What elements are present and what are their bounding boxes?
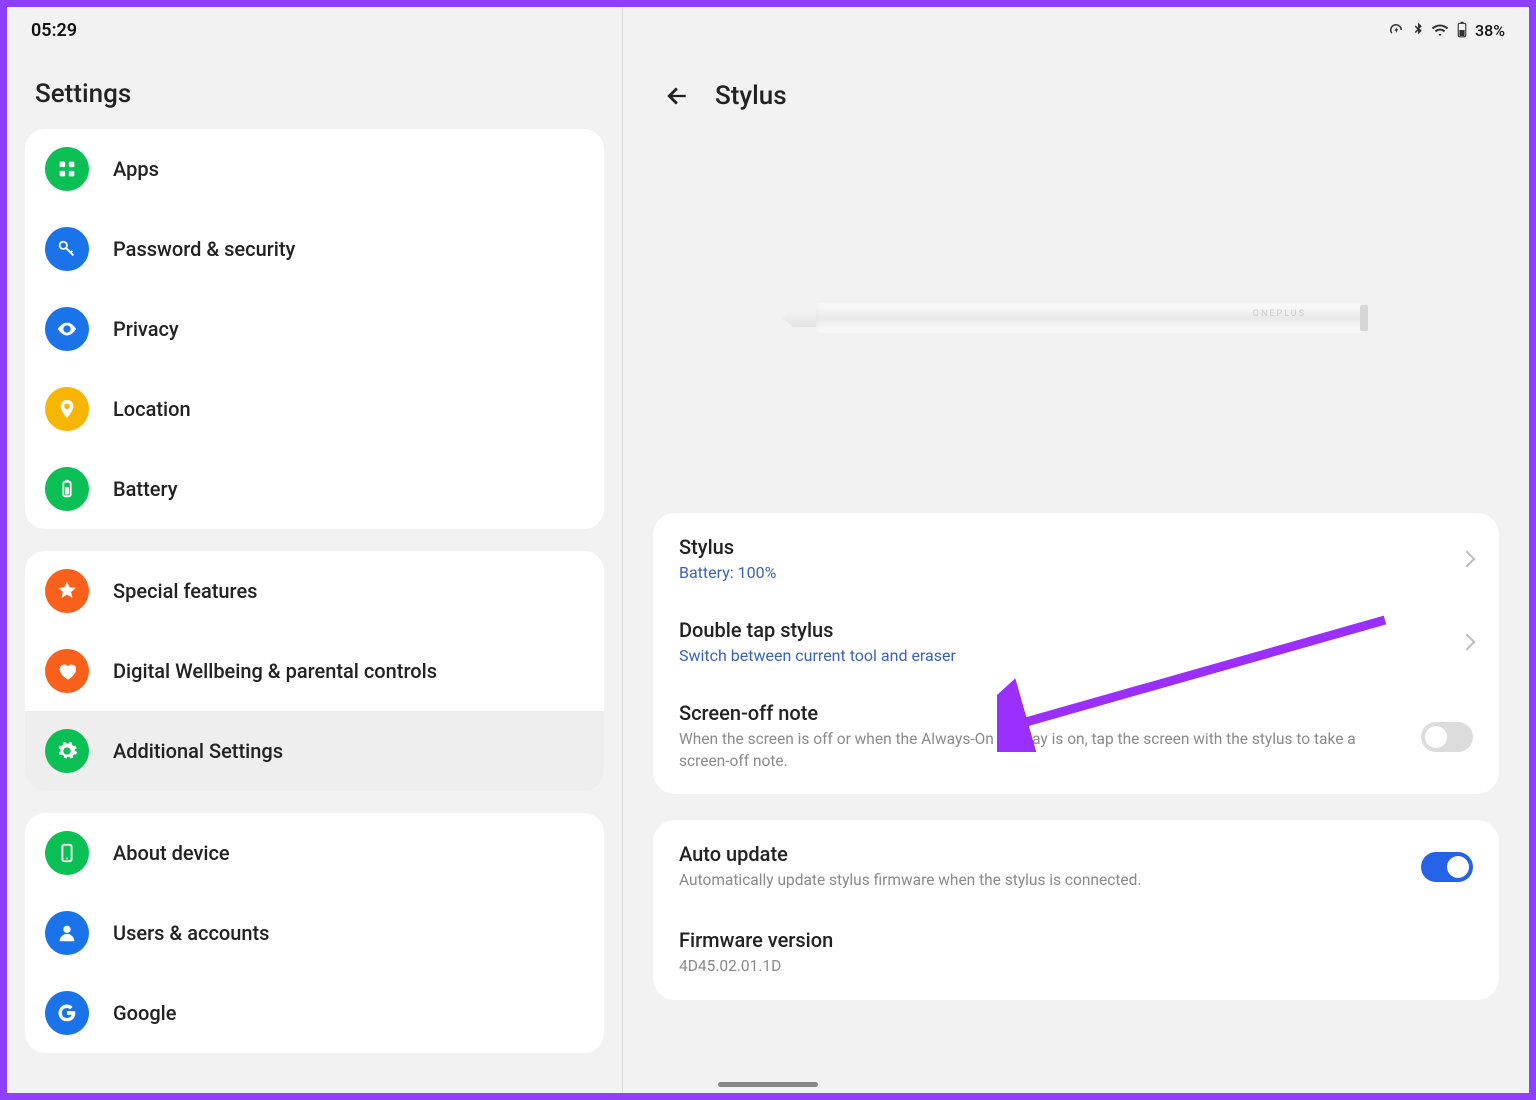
detail-title: Stylus bbox=[715, 81, 787, 111]
pin-icon bbox=[45, 387, 89, 431]
stylus-illustration: ONEPLUS bbox=[623, 123, 1529, 513]
toggle-switch[interactable] bbox=[1421, 722, 1473, 752]
sidebar-item-password[interactable]: Password & security bbox=[25, 209, 604, 289]
sidebar-title: Settings bbox=[7, 63, 622, 129]
gear-icon bbox=[45, 729, 89, 773]
sidebar-group-3: About device Users & accounts Google bbox=[25, 813, 604, 1053]
home-indicator[interactable] bbox=[718, 1082, 818, 1087]
star-icon bbox=[45, 569, 89, 613]
setting-screenoff[interactable]: Screen-off note When the screen is off or… bbox=[653, 683, 1499, 790]
sidebar-item-label: About device bbox=[113, 841, 230, 865]
heart-icon bbox=[45, 649, 89, 693]
back-button[interactable] bbox=[663, 82, 691, 110]
setting-title: Stylus bbox=[679, 535, 1441, 559]
user-icon bbox=[45, 911, 89, 955]
pen-brand-label: ONEPLUS bbox=[1253, 309, 1306, 319]
back-arrow-icon bbox=[664, 83, 690, 109]
toggle-switch[interactable] bbox=[1421, 852, 1473, 882]
detail-pane: Stylus ONEPLUS Stylus Battery: 100% Double… bbox=[623, 7, 1529, 1093]
chevron-right-icon bbox=[1459, 633, 1476, 650]
setting-stylus[interactable]: Stylus Battery: 100% bbox=[653, 517, 1499, 600]
detail-header: Stylus bbox=[623, 63, 1529, 123]
setting-title: Auto update bbox=[679, 842, 1401, 866]
grid-icon bbox=[45, 147, 89, 191]
google-icon bbox=[45, 991, 89, 1035]
setting-subtitle: Automatically update stylus firmware whe… bbox=[679, 870, 1401, 892]
sidebar-item-google[interactable]: Google bbox=[25, 973, 604, 1053]
sidebar-item-label: Additional Settings bbox=[113, 739, 283, 763]
setting-title: Screen-off note bbox=[679, 701, 1401, 725]
sidebar-item-battery[interactable]: Battery bbox=[25, 449, 604, 529]
sidebar-item-label: Google bbox=[113, 1001, 176, 1025]
stylus-settings-card: Stylus Battery: 100% Double tap stylus Swit… bbox=[653, 513, 1499, 794]
stylus-pen-graphic: ONEPLUS bbox=[786, 303, 1366, 333]
sidebar-item-about[interactable]: About device bbox=[25, 813, 604, 893]
setting-subtitle: When the screen is off or when the Alway… bbox=[679, 729, 1401, 772]
setting-subtitle: Battery: 100% bbox=[679, 563, 1441, 582]
screen-frame: 05:29 38% Settings AppsPassword & securi… bbox=[0, 0, 1536, 1100]
sidebar-item-apps[interactable]: Apps bbox=[25, 129, 604, 209]
sidebar-item-label: Special features bbox=[113, 579, 257, 603]
sidebar-item-special[interactable]: Special features bbox=[25, 551, 604, 631]
setting-title: Firmware version bbox=[679, 928, 1473, 952]
setting-autoupdate[interactable]: Auto update Automatically update stylus f… bbox=[653, 824, 1499, 910]
sidebar: Settings Apps Password & security Privacy L… bbox=[7, 7, 623, 1093]
key-icon bbox=[45, 227, 89, 271]
sidebar-item-label: Digital Wellbeing & parental controls bbox=[113, 659, 437, 683]
sidebar-item-label: Users & accounts bbox=[113, 921, 269, 945]
phone-icon bbox=[45, 831, 89, 875]
sidebar-item-wellbeing[interactable]: Digital Wellbeing & parental controls bbox=[25, 631, 604, 711]
eye-icon bbox=[45, 307, 89, 351]
sidebar-item-label: Location bbox=[113, 397, 191, 421]
setting-title: Double tap stylus bbox=[679, 618, 1441, 642]
sidebar-group-1: Apps Password & security Privacy Location Ba… bbox=[25, 129, 604, 529]
sidebar-item-label: Apps bbox=[113, 157, 159, 181]
sidebar-item-additional[interactable]: Additional Settings bbox=[25, 711, 604, 791]
sidebar-group-2: Special features Digital Wellbeing & pare… bbox=[25, 551, 604, 791]
setting-doubletap[interactable]: Double tap stylus Switch between current … bbox=[653, 600, 1499, 683]
battery-icon bbox=[45, 467, 89, 511]
sidebar-scroll[interactable]: Apps Password & security Privacy Location Ba… bbox=[7, 129, 622, 1093]
setting-subtitle: 4D45.02.01.1D bbox=[679, 956, 1473, 978]
sidebar-item-privacy[interactable]: Privacy bbox=[25, 289, 604, 369]
sidebar-item-users[interactable]: Users & accounts bbox=[25, 893, 604, 973]
sidebar-item-label: Battery bbox=[113, 477, 177, 501]
chevron-right-icon bbox=[1459, 550, 1476, 567]
setting-subtitle: Switch between current tool and eraser bbox=[679, 646, 1441, 665]
sidebar-item-label: Privacy bbox=[113, 317, 179, 341]
sidebar-item-location[interactable]: Location bbox=[25, 369, 604, 449]
stylus-update-card: Auto update Automatically update stylus f… bbox=[653, 820, 1499, 999]
sidebar-item-label: Password & security bbox=[113, 237, 295, 261]
setting-firmware: Firmware version 4D45.02.01.1D bbox=[653, 910, 1499, 996]
